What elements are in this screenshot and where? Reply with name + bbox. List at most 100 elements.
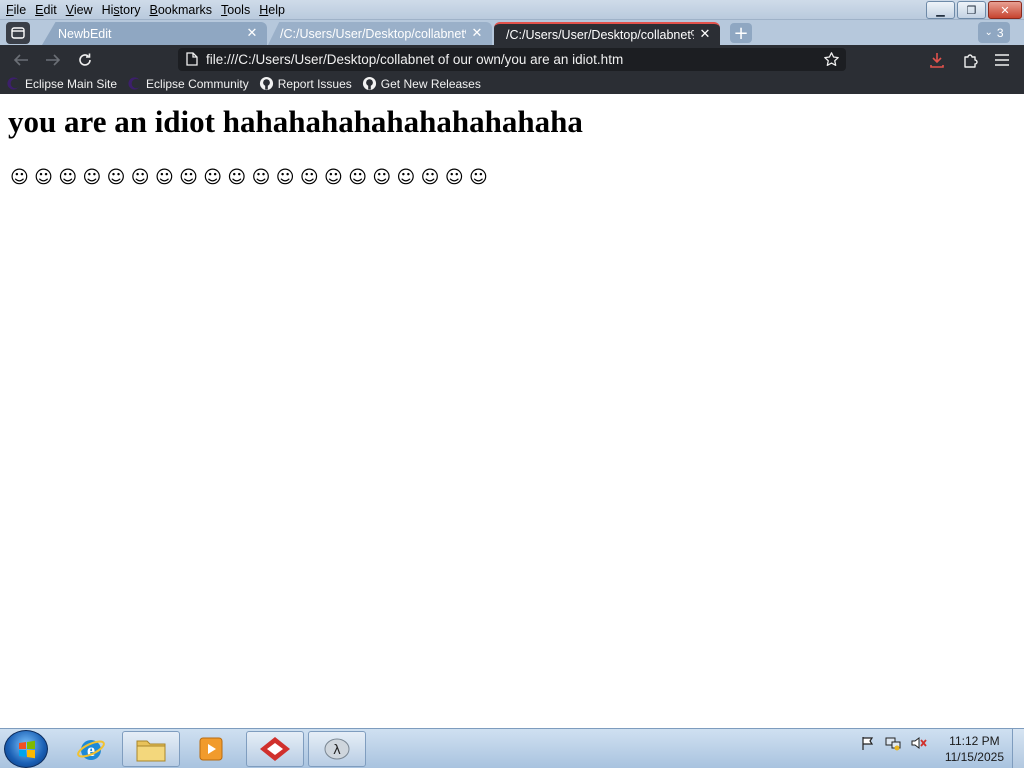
reload-icon <box>79 53 91 66</box>
restore-button[interactable]: ❐ <box>957 1 986 19</box>
show-desktop-button[interactable] <box>1012 729 1024 768</box>
smiley-icon: ☺ <box>348 167 367 188</box>
minimize-icon: ▁ <box>936 3 945 17</box>
tab-list-button[interactable] <box>6 22 30 44</box>
title-bar: File Edit View History Bookmarks Tools H… <box>0 0 1024 20</box>
taskbar-app-red[interactable] <box>246 731 304 767</box>
back-button[interactable] <box>10 49 32 71</box>
tab-title: /C:/Users/User/Desktop/collabnet% <box>506 27 694 42</box>
clock-date: 11/15/2025 <box>944 750 1004 764</box>
github-icon <box>362 76 377 91</box>
close-window-button[interactable]: ✕ <box>988 1 1022 19</box>
bookmark-report-issues[interactable]: Report Issues <box>259 76 352 91</box>
smiley-icon: ☺ <box>299 167 319 188</box>
bookmarks-toolbar: Eclipse Main Site Eclipse Community Repo… <box>0 73 1024 94</box>
smiley-icon: ☺ <box>106 167 126 188</box>
action-center-flag-icon[interactable] <box>860 735 876 754</box>
all-tabs-button[interactable]: ⌄ 3 <box>978 22 1010 43</box>
downloads-button[interactable] <box>926 49 948 71</box>
page-content: you are an idiot hahahahahahahahahahaha … <box>0 94 1024 728</box>
smiley-icon: ☺ <box>275 167 295 188</box>
new-tab-button[interactable]: + <box>730 22 752 44</box>
navigation-toolbar: file:///C:/Users/User/Desktop/collabnet … <box>0 45 1024 73</box>
forward-button[interactable] <box>42 49 64 71</box>
tab-title: NewbEdit <box>58 26 112 41</box>
bookmark-eclipse-community[interactable]: Eclipse Community <box>127 76 249 91</box>
bookmark-label: Get New Releases <box>380 76 481 91</box>
app-cube-icon <box>260 737 290 761</box>
tab-close-icon[interactable]: ✕ <box>245 26 259 41</box>
smiley-icon: ☺ <box>130 167 150 188</box>
tab-newbedit[interactable]: NewbEdit ✕ <box>42 22 267 45</box>
smiley-icon: ☺ <box>324 167 343 188</box>
smiley-icon: ☺ <box>10 167 29 188</box>
smiley-icon: ☺ <box>468 167 488 188</box>
page-heading: you are an idiot hahahahahahahahahahaha <box>8 104 583 139</box>
tab-strip: NewbEdit ✕ /C:/Users/User/Desktop/collab… <box>0 20 1024 45</box>
bookmark-eclipse-main-site[interactable]: Eclipse Main Site <box>6 76 117 91</box>
bookmark-get-new-releases[interactable]: Get New Releases <box>362 76 481 91</box>
window-controls: ▁ ❐ ✕ <box>926 1 1022 19</box>
arrow-right-icon <box>46 54 61 66</box>
minimize-button[interactable]: ▁ <box>926 1 955 19</box>
menu-bar: File Edit View History Bookmarks Tools H… <box>6 2 294 18</box>
close-icon: ✕ <box>1000 3 1010 17</box>
tab-count: 3 <box>996 25 1004 40</box>
download-icon <box>930 53 944 68</box>
network-icon[interactable] <box>884 735 902 754</box>
svg-text:λ: λ <box>333 743 341 758</box>
tab-close-icon[interactable]: ✕ <box>698 27 712 42</box>
smiley-icon: ☺ <box>227 167 247 188</box>
restore-icon: ❐ <box>966 3 977 17</box>
menu-view[interactable]: View <box>66 2 99 18</box>
chevron-down-icon: ⌄ <box>984 27 993 38</box>
plus-icon: + <box>733 22 749 44</box>
eclipse-icon <box>6 76 21 91</box>
reload-button[interactable] <box>74 49 96 71</box>
folder-icon <box>136 740 166 762</box>
menu-bookmarks[interactable]: Bookmarks <box>150 2 219 18</box>
smiley-row: ☺ ☺ ☺ ☺ ☺ ☺ ☺ ☺ ☺ ☺ ☺ ☺ ☺ ☺ ☺ ☺ ☺ ☺ ☺ ☺ <box>10 168 488 188</box>
menu-edit[interactable]: Edit <box>35 2 63 18</box>
smiley-icon: ☺ <box>396 167 416 188</box>
extensions-button[interactable] <box>959 49 981 71</box>
tab-title: /C:/Users/User/Desktop/collabnet% <box>280 26 466 41</box>
menu-file[interactable]: File <box>6 2 32 18</box>
smiley-icon: ☺ <box>58 167 78 188</box>
tab-collabnet[interactable]: /C:/Users/User/Desktop/collabnet% ✕ <box>268 22 492 45</box>
taskbar-app-lambda[interactable]: λ <box>308 731 366 767</box>
hamburger-menu-icon <box>995 54 1009 66</box>
smiley-icon: ☺ <box>82 167 102 188</box>
app-menu-button[interactable] <box>991 49 1013 71</box>
smiley-icon: ☺ <box>372 167 392 188</box>
menu-tools[interactable]: Tools <box>221 2 256 18</box>
tab-list-icon <box>11 27 25 39</box>
tab-close-icon[interactable]: ✕ <box>470 26 484 41</box>
tab-active[interactable]: /C:/Users/User/Desktop/collabnet% ✕ <box>494 22 720 45</box>
taskbar: e λ 11:12 PM 11/15/2025 <box>0 728 1024 768</box>
taskbar-media-player[interactable] <box>182 731 240 767</box>
address-bar[interactable]: file:///C:/Users/User/Desktop/collabnet … <box>178 48 846 71</box>
bookmark-star-icon[interactable] <box>823 51 840 71</box>
github-icon <box>259 76 274 91</box>
taskbar-internet-explorer[interactable]: e <box>62 731 120 767</box>
menu-history[interactable]: History <box>102 2 147 18</box>
media-player-icon <box>199 737 223 761</box>
clock-time: 11:12 PM <box>949 734 1000 748</box>
puzzle-icon <box>964 54 978 68</box>
smiley-icon: ☺ <box>444 167 464 188</box>
start-button[interactable] <box>4 730 48 768</box>
windows-logo-icon <box>19 740 35 759</box>
lambda-icon: λ <box>324 738 350 760</box>
smiley-icon: ☺ <box>251 167 271 188</box>
taskbar-file-explorer[interactable] <box>122 731 180 767</box>
page-icon <box>186 52 198 69</box>
system-clock[interactable]: 11:12 PM 11/15/2025 <box>945 733 1004 765</box>
arrow-left-icon <box>13 54 28 66</box>
smiley-icon: ☺ <box>34 167 53 188</box>
smiley-icon: ☺ <box>179 167 198 188</box>
volume-muted-icon[interactable] <box>910 735 928 754</box>
smiley-icon: ☺ <box>203 167 223 188</box>
menu-help[interactable]: Help <box>259 2 291 18</box>
url-text[interactable]: file:///C:/Users/User/Desktop/collabnet … <box>206 52 623 67</box>
